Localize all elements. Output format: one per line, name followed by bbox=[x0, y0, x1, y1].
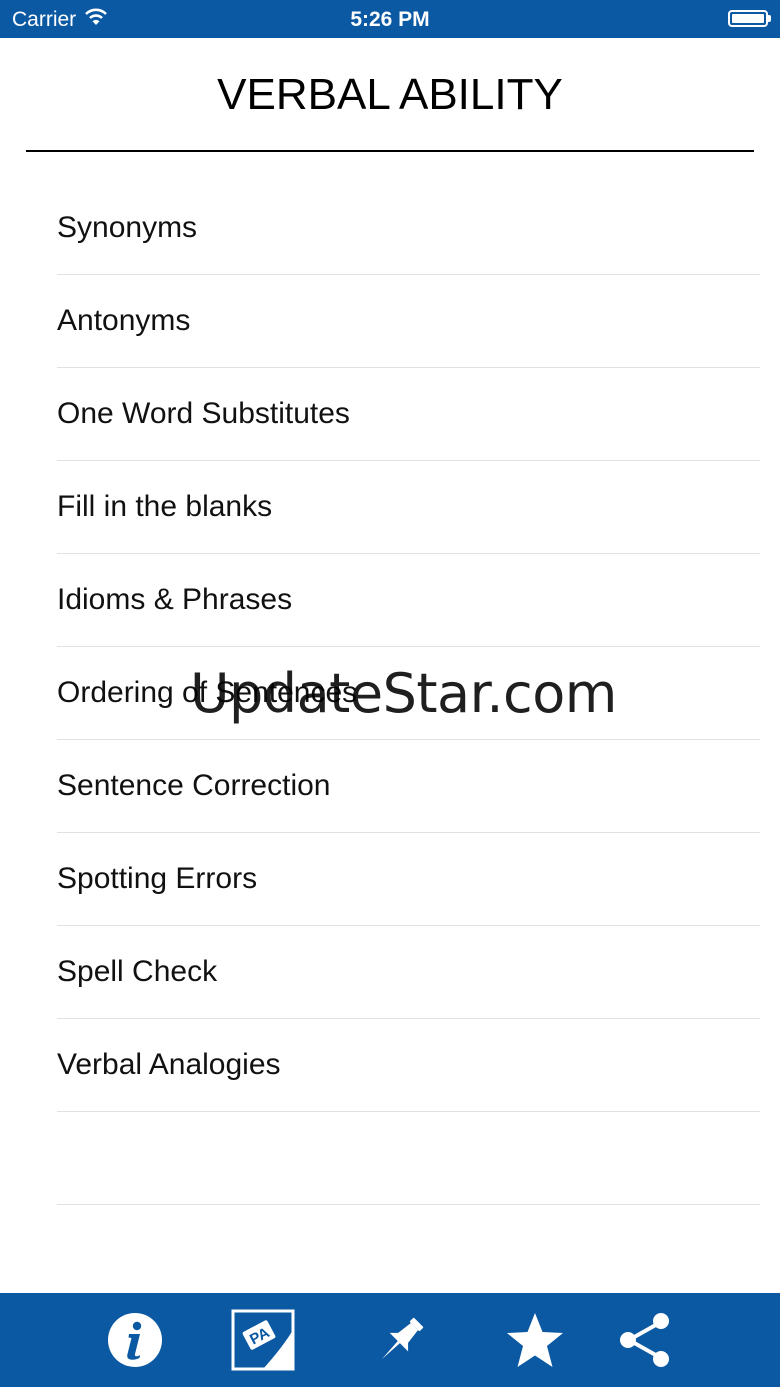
list-item-spell-check[interactable]: Spell Check bbox=[57, 926, 760, 1019]
status-time: 5:26 PM bbox=[350, 8, 430, 31]
share-icon[interactable] bbox=[612, 1307, 678, 1373]
topic-list: Synonyms Antonyms One Word Substitutes F… bbox=[57, 182, 760, 1205]
star-icon[interactable] bbox=[502, 1307, 568, 1373]
list-item-antonyms[interactable]: Antonyms bbox=[57, 275, 760, 368]
pa-logo-icon[interactable]: PA bbox=[230, 1307, 296, 1373]
bottom-toolbar: PA bbox=[0, 1293, 780, 1387]
list-item-sentence-correction[interactable]: Sentence Correction bbox=[57, 740, 760, 833]
list-item-idioms-phrases[interactable]: Idioms & Phrases bbox=[57, 554, 760, 647]
battery-icon bbox=[728, 10, 771, 27]
list-item-one-word-substitutes[interactable]: One Word Substitutes bbox=[57, 368, 760, 461]
list-item-verbal-analogies[interactable]: Verbal Analogies bbox=[57, 1019, 760, 1112]
page-title: VERBAL ABILITY bbox=[217, 70, 563, 119]
status-bar: Carrier 5:26 PM bbox=[0, 0, 780, 38]
list-item-empty bbox=[57, 1112, 760, 1205]
title-divider bbox=[26, 150, 754, 152]
list-item-synonyms[interactable]: Synonyms bbox=[57, 182, 760, 275]
list-item-fill-in-the-blanks[interactable]: Fill in the blanks bbox=[57, 461, 760, 554]
info-icon[interactable] bbox=[102, 1307, 168, 1373]
list-item-ordering-of-sentences[interactable]: Ordering of Sentences bbox=[57, 647, 760, 740]
list-item-spotting-errors[interactable]: Spotting Errors bbox=[57, 833, 760, 926]
pin-icon[interactable] bbox=[368, 1307, 434, 1373]
